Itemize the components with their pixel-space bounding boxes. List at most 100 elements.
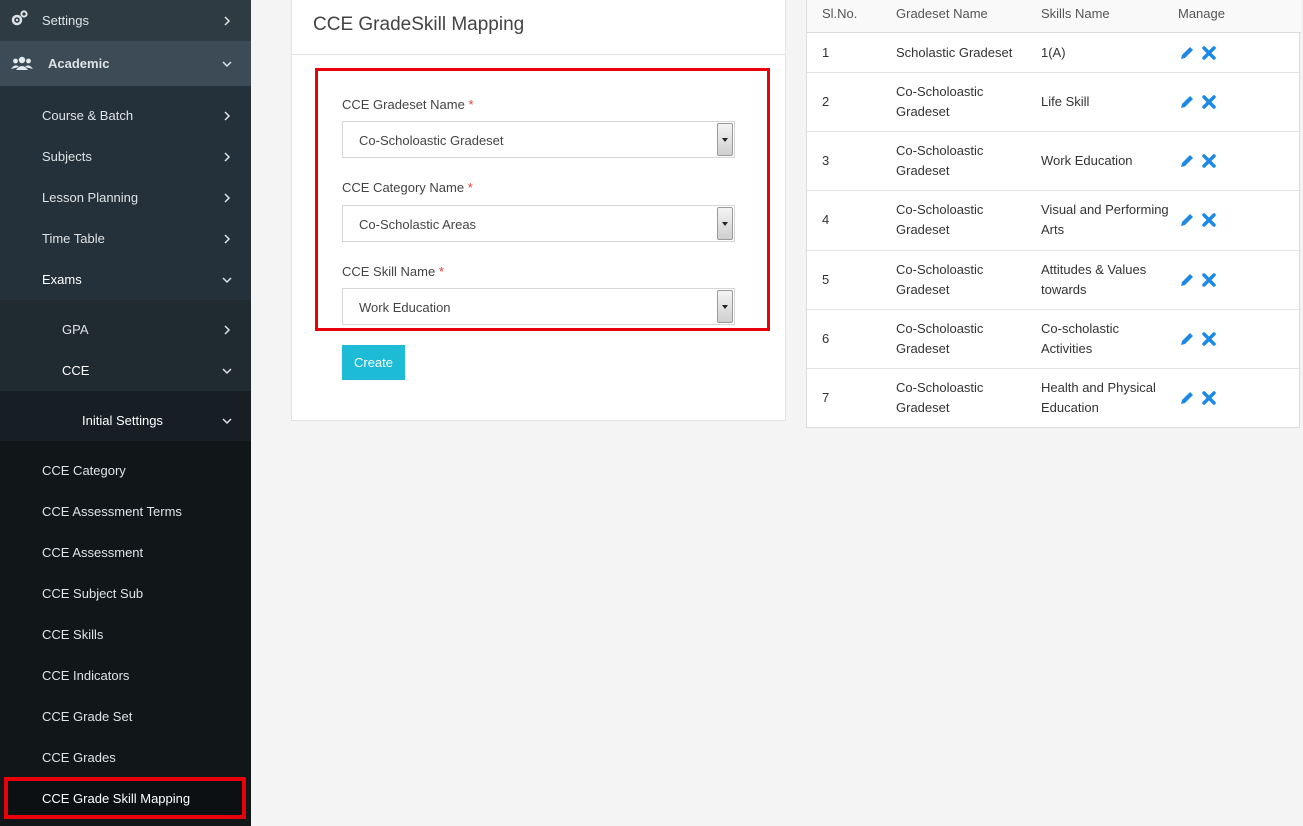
sidebar-item-academic[interactable]: Academic bbox=[0, 41, 251, 86]
create-button[interactable]: Create bbox=[342, 345, 405, 380]
sidebar-label: Exams bbox=[42, 272, 82, 287]
chevron-right-icon bbox=[222, 110, 232, 121]
sidebar-item-cce-assessment[interactable]: CCE Assessment bbox=[0, 532, 251, 573]
cell-gradeset: Co-Scholoastic Gradeset bbox=[896, 380, 984, 415]
cell-skill: Attitudes & Values towards bbox=[1041, 262, 1147, 297]
cell-slno: 2 bbox=[822, 94, 830, 109]
table-row: 4 Co-Scholoastic Gradeset Visual and Per… bbox=[807, 191, 1301, 251]
edit-pencil-icon[interactable] bbox=[1179, 45, 1195, 61]
chevron-right-icon bbox=[222, 233, 232, 244]
dropdown-arrow-icon[interactable] bbox=[717, 123, 733, 156]
sidebar-item-cce-grades[interactable]: CCE Grades bbox=[0, 737, 251, 778]
sidebar-item-settings[interactable]: Settings bbox=[0, 0, 251, 41]
sidebar-item-initial-settings[interactable]: Initial Settings bbox=[0, 400, 251, 441]
sidebar-item-cce-grade-set[interactable]: CCE Grade Set bbox=[0, 696, 251, 737]
sidebar-item-cce-indicators[interactable]: CCE Indicators bbox=[0, 655, 251, 696]
delete-x-icon[interactable] bbox=[1201, 212, 1217, 228]
edit-pencil-icon[interactable] bbox=[1179, 94, 1195, 110]
skill-select-value: Work Education bbox=[359, 300, 451, 315]
cell-gradeset: Co-Scholoastic Gradeset bbox=[896, 202, 984, 237]
sidebar-label: CCE Indicators bbox=[42, 668, 130, 683]
cell-skill: Co-scholastic Activities bbox=[1041, 321, 1120, 356]
table-row: 7 Co-Scholoastic Gradeset Health and Phy… bbox=[807, 369, 1301, 428]
sidebar-spacer bbox=[0, 86, 251, 95]
cell-skill: 1(A) bbox=[1041, 45, 1066, 60]
skill-select[interactable]: Work Education bbox=[342, 288, 735, 325]
cell-slno: 4 bbox=[822, 212, 830, 227]
skill-label-text: CCE Skill Name bbox=[342, 264, 436, 279]
gradeset-select[interactable]: Co-Scholoastic Gradeset bbox=[342, 121, 735, 158]
dropdown-arrow-icon[interactable] bbox=[717, 290, 733, 323]
cell-gradeset: Co-Scholoastic Gradeset bbox=[896, 84, 984, 119]
sidebar-item-time-table[interactable]: Time Table bbox=[0, 218, 251, 259]
edit-pencil-icon[interactable] bbox=[1179, 212, 1195, 228]
delete-x-icon[interactable] bbox=[1201, 390, 1217, 406]
cell-skill: Life Skill bbox=[1041, 94, 1090, 109]
cell-slno: 1 bbox=[822, 45, 830, 60]
chevron-down-icon bbox=[222, 275, 232, 285]
panel-header: CCE GradeSkill Mapping bbox=[292, 0, 785, 55]
gears-icon bbox=[11, 10, 31, 26]
table-row: 1 Scholastic Gradeset 1(A) bbox=[807, 33, 1301, 73]
sidebar-label: Subjects bbox=[42, 149, 92, 164]
skill-label: CCE Skill Name * bbox=[342, 264, 444, 279]
table-row: 3 Co-Scholoastic Gradeset Work Education bbox=[807, 132, 1301, 191]
sidebar-item-cce-subject-sub[interactable]: CCE Subject Sub bbox=[0, 573, 251, 614]
sidebar-item-cce-grade-skill-mapping[interactable]: CCE Grade Skill Mapping bbox=[4, 777, 246, 819]
cell-gradeset: Co-Scholoastic Gradeset bbox=[896, 321, 984, 356]
sidebar-item-cce-skills[interactable]: CCE Skills bbox=[0, 614, 251, 655]
chevron-right-icon bbox=[222, 151, 232, 162]
chevron-down-icon bbox=[222, 59, 232, 69]
sidebar-item-lesson-planning[interactable]: Lesson Planning bbox=[0, 177, 251, 218]
col-header-skills: Skills Name bbox=[1041, 6, 1110, 21]
sidebar-item-cce-assessment-terms[interactable]: CCE Assessment Terms bbox=[0, 491, 251, 532]
mapping-table: Sl.No. Gradeset Name Skills Name Manage … bbox=[806, 0, 1301, 428]
sidebar-item-cce[interactable]: CCE bbox=[0, 350, 251, 391]
delete-x-icon[interactable] bbox=[1201, 331, 1217, 347]
sidebar-item-course-batch[interactable]: Course & Batch bbox=[0, 95, 251, 136]
category-label: CCE Category Name * bbox=[342, 180, 473, 195]
chevron-right-icon bbox=[222, 192, 232, 203]
sidebar-item-gpa[interactable]: GPA bbox=[0, 309, 251, 350]
cell-skill: Health and Physical Education bbox=[1041, 380, 1156, 415]
sidebar-item-cce-category[interactable]: CCE Category bbox=[0, 450, 251, 491]
category-select[interactable]: Co-Scholastic Areas bbox=[342, 205, 735, 242]
cell-gradeset: Co-Scholoastic Gradeset bbox=[896, 262, 984, 297]
edit-pencil-icon[interactable] bbox=[1179, 390, 1195, 406]
edit-pencil-icon[interactable] bbox=[1179, 153, 1195, 169]
chevron-right-icon bbox=[222, 324, 232, 335]
col-header-slno: Sl.No. bbox=[822, 6, 858, 21]
chevron-down-icon bbox=[222, 366, 232, 376]
sidebar-label: CCE Skills bbox=[42, 627, 104, 642]
col-header-gradeset: Gradeset Name bbox=[896, 6, 988, 21]
edit-pencil-icon[interactable] bbox=[1179, 272, 1195, 288]
cell-slno: 3 bbox=[822, 153, 830, 168]
edit-pencil-icon[interactable] bbox=[1179, 331, 1195, 347]
gradeset-label-text: CCE Gradeset Name bbox=[342, 97, 465, 112]
delete-x-icon[interactable] bbox=[1201, 272, 1217, 288]
sidebar-label: CCE Grade Skill Mapping bbox=[42, 791, 191, 806]
cell-slno: 5 bbox=[822, 272, 830, 287]
col-header-manage: Manage bbox=[1178, 6, 1225, 21]
chevron-down-icon bbox=[222, 416, 232, 426]
sidebar-item-exams[interactable]: Exams bbox=[0, 259, 251, 300]
sidebar-label: Initial Settings bbox=[82, 413, 163, 428]
page-title: CCE GradeSkill Mapping bbox=[313, 14, 525, 35]
sidebar-spacer bbox=[0, 300, 251, 309]
delete-x-icon[interactable] bbox=[1201, 153, 1217, 169]
sidebar-label: CCE Category bbox=[42, 463, 126, 478]
sidebar-label: CCE Assessment bbox=[42, 545, 144, 560]
sidebar-label: Settings bbox=[42, 13, 89, 28]
delete-x-icon[interactable] bbox=[1201, 94, 1217, 110]
sidebar-label: GPA bbox=[62, 322, 89, 337]
sidebar-label: CCE Grade Set bbox=[42, 709, 133, 724]
sidebar-label: Course & Batch bbox=[42, 108, 134, 123]
sidebar-label: Lesson Planning bbox=[42, 190, 139, 205]
table-row: 5 Co-Scholoastic Gradeset Attitudes & Va… bbox=[807, 251, 1301, 310]
delete-x-icon[interactable] bbox=[1201, 45, 1217, 61]
required-mark: * bbox=[467, 180, 473, 195]
dropdown-arrow-icon[interactable] bbox=[717, 207, 733, 240]
cell-gradeset: Co-Scholoastic Gradeset bbox=[896, 143, 984, 178]
cell-skill: Work Education bbox=[1041, 153, 1133, 168]
sidebar-item-subjects[interactable]: Subjects bbox=[0, 136, 251, 177]
